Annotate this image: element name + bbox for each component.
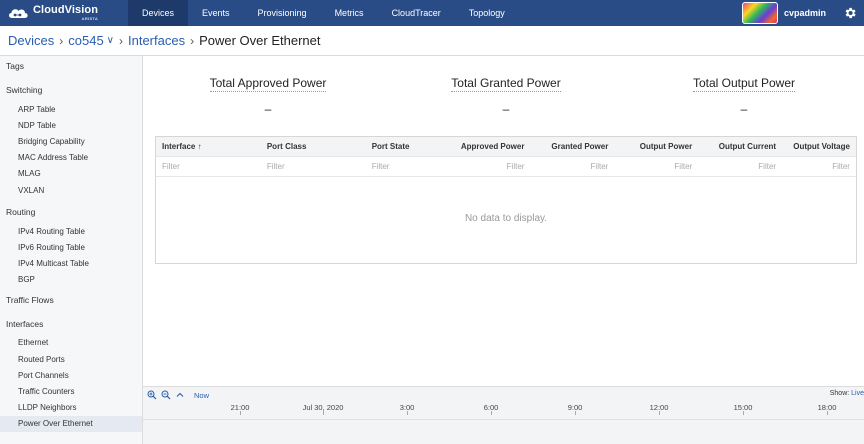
breadcrumb-devices[interactable]: Devices [8, 33, 54, 48]
top-nav: CloudVision ARISTA Devices Events Provis… [0, 0, 864, 26]
sidebar-item-traffic-flows[interactable]: Traffic Flows [0, 292, 142, 308]
nav-events[interactable]: Events [188, 0, 244, 26]
column-output-voltage[interactable]: Output Voltage [782, 142, 856, 151]
zoom-in-icon [147, 390, 157, 400]
sidebar-item-vxlan[interactable]: VXLAN [0, 182, 142, 198]
breadcrumb-device[interactable]: co545 [68, 33, 103, 48]
sidebar-section-interfaces: Interfaces [6, 318, 44, 329]
filter-port-state-input[interactable]: Filter [366, 162, 446, 171]
column-granted-power[interactable]: Granted Power [530, 142, 614, 151]
sidebar-item-bridging-capability[interactable]: Bridging Capability [0, 133, 142, 149]
cloudvision-logo[interactable]: CloudVision ARISTA [0, 0, 128, 26]
sidebar-item-tags[interactable]: Tags [0, 58, 142, 74]
breadcrumb-interfaces[interactable]: Interfaces [128, 33, 185, 48]
sidebar-item-ipv4-multicast-table[interactable]: IPv4 Multicast Table [0, 256, 142, 272]
collapse-button[interactable] [174, 389, 186, 401]
avatar[interactable] [741, 2, 778, 24]
timeline-tick-mark [575, 411, 576, 415]
nav-metrics[interactable]: Metrics [321, 0, 378, 26]
live-toggle[interactable]: Live [851, 390, 864, 397]
summary-value: – [264, 102, 272, 116]
chevron-up-icon [176, 392, 184, 397]
table-header: Interface ↑ Port Class Port State Approv… [156, 137, 856, 157]
sidebar-item-bgp[interactable]: BGP [0, 272, 142, 288]
timeline: Now Show: Live 21:00 Jul 30, 2020 3:00 6… [143, 386, 864, 444]
timeline-tick-mark [240, 411, 241, 415]
summary-output-power: Total Output Power – [674, 74, 814, 116]
sidebar-item-power-over-ethernet[interactable]: Power Over Ethernet [0, 415, 142, 432]
timeline-track[interactable] [143, 419, 864, 420]
column-port-class[interactable]: Port Class [261, 142, 366, 151]
nav-cloudtracer[interactable]: CloudTracer [378, 0, 455, 26]
sidebar-item-lldp-neighbors[interactable]: LLDP Neighbors [0, 400, 142, 416]
sidebar: Tags Switching ARP Table NDP Table Bridg… [0, 56, 143, 444]
sidebar-item-mac-address-table[interactable]: MAC Address Table [0, 150, 142, 166]
filter-row: Filter Filter Filter Filter Filter Filte… [156, 157, 856, 177]
timeline-tick-mark [323, 411, 324, 415]
timeline-tick-mark [659, 411, 660, 415]
sidebar-item-arp-table[interactable]: ARP Table [0, 101, 142, 117]
nav-devices[interactable]: Devices [128, 0, 189, 26]
filter-output-power-input[interactable]: Filter [614, 162, 698, 171]
summary-label: Total Approved Power [209, 76, 327, 92]
gear-icon [845, 7, 856, 19]
zoom-out-icon [161, 390, 171, 400]
username[interactable]: cvpadmin [784, 8, 826, 18]
sidebar-item-mlag[interactable]: MLAG [0, 166, 142, 182]
timeline-tick-mark [743, 411, 744, 415]
now-button[interactable]: Now [194, 391, 209, 400]
summary-value: – [740, 102, 748, 116]
nav-topology[interactable]: Topology [455, 0, 519, 26]
breadcrumb: Devices › co545 ∨ › Interfaces › Power O… [0, 26, 864, 56]
cloud-icon [8, 9, 28, 18]
sidebar-item-ndp-table[interactable]: NDP Table [0, 117, 142, 133]
zoom-out-button[interactable] [160, 389, 172, 401]
logo-title: CloudVision [33, 4, 99, 16]
filter-granted-power-input[interactable]: Filter [530, 162, 614, 171]
filter-output-voltage-input[interactable]: Filter [782, 162, 856, 171]
timeline-tick-mark [827, 411, 828, 415]
sidebar-item-traffic-counters[interactable]: Traffic Counters [0, 383, 142, 399]
chevron-down-icon[interactable]: ∨ [107, 35, 114, 46]
column-approved-power[interactable]: Approved Power [446, 142, 531, 151]
filter-interface-input[interactable]: Filter [156, 162, 261, 171]
empty-message: No data to display. [464, 213, 548, 224]
column-port-state[interactable]: Port State [366, 142, 446, 151]
summary-label: Total Granted Power [451, 76, 561, 92]
sidebar-item-ipv4-routing-table[interactable]: IPv4 Routing Table [0, 223, 142, 239]
summary-approved-power: Total Approved Power – [198, 74, 338, 116]
summary-label: Total Output Power [692, 76, 796, 92]
summary-granted-power: Total Granted Power – [436, 74, 576, 116]
timeline-tick-mark [407, 411, 408, 415]
sidebar-item-ethernet[interactable]: Ethernet [0, 335, 142, 351]
summary-value: – [502, 102, 510, 116]
arrow-up-icon: ↑ [197, 142, 202, 151]
poe-table: Interface ↑ Port Class Port State Approv… [155, 136, 857, 264]
sidebar-item-port-channels[interactable]: Port Channels [0, 367, 142, 383]
zoom-in-button[interactable] [146, 389, 158, 401]
breadcrumb-separator: › [59, 33, 64, 48]
breadcrumb-separator: › [119, 33, 123, 48]
sidebar-item-routed-ports[interactable]: Routed Ports [0, 351, 142, 367]
settings-button[interactable] [840, 0, 860, 26]
filter-port-class-input[interactable]: Filter [261, 162, 366, 171]
page-title: Power Over Ethernet [199, 33, 321, 48]
column-output-power[interactable]: Output Power [614, 142, 698, 151]
filter-approved-power-input[interactable]: Filter [446, 162, 531, 171]
nav-provisioning[interactable]: Provisioning [244, 0, 321, 26]
sidebar-section-switching: Switching [6, 85, 43, 95]
logo-subtitle: ARISTA [81, 16, 99, 21]
sidebar-section-routing: Routing [6, 207, 36, 218]
breadcrumb-separator: › [190, 33, 195, 48]
filter-output-current-input[interactable]: Filter [698, 162, 782, 171]
column-interface[interactable]: Interface ↑ [156, 142, 261, 151]
column-output-current[interactable]: Output Current [698, 142, 782, 151]
timeline-tick-mark [491, 411, 492, 415]
show-mode[interactable]: Show: Live [830, 390, 864, 397]
sidebar-item-ipv6-routing-table[interactable]: IPv6 Routing Table [0, 239, 142, 255]
